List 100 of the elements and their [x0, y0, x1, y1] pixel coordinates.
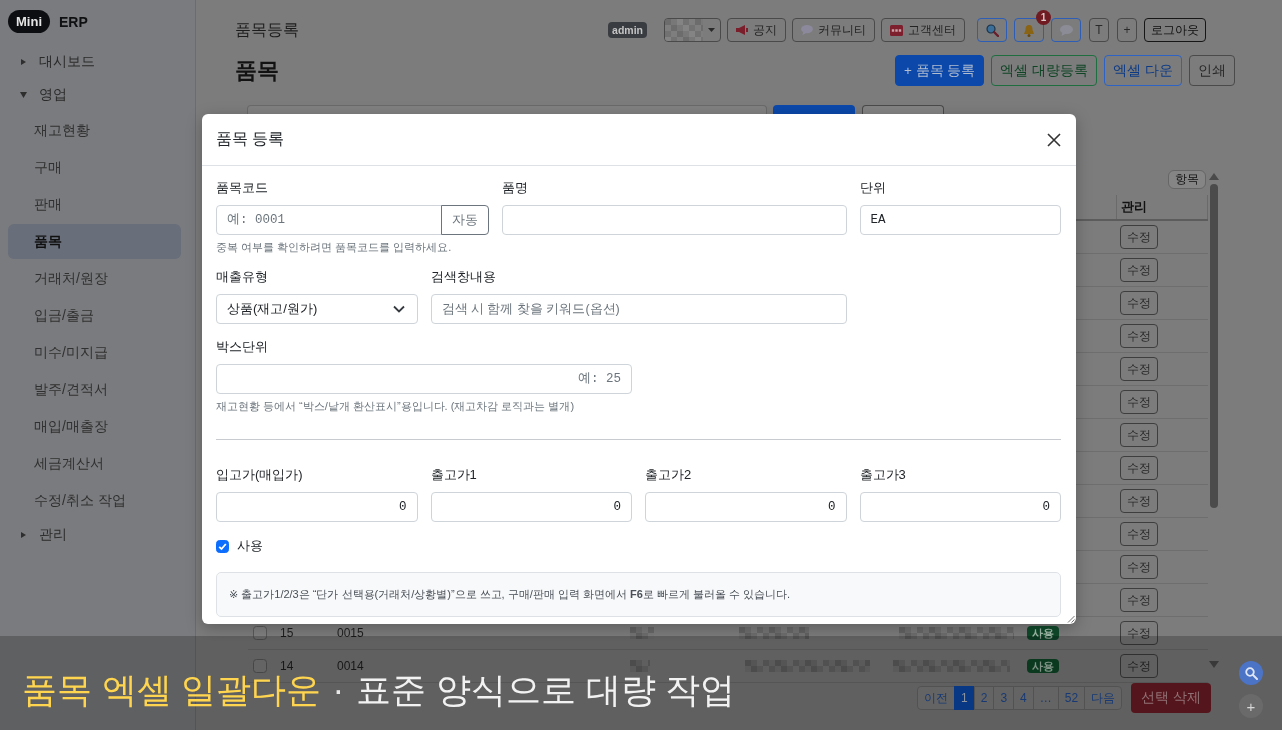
- search-fab-button[interactable]: [1239, 661, 1263, 685]
- input-field[interactable]: 검색 시 함께 찾을 키워드(옵션): [430, 294, 847, 324]
- edit-button[interactable]: 수정: [1120, 555, 1158, 579]
- edit-button[interactable]: 수정: [1120, 621, 1158, 645]
- field-label: 출고가1: [430, 467, 478, 483]
- prev-page-button[interactable]: 이전: [917, 686, 955, 710]
- number-field[interactable]: 0: [430, 492, 632, 522]
- scroll-up-icon[interactable]: [1208, 173, 1219, 180]
- nav-group[interactable]: 관리: [8, 518, 181, 551]
- page-button[interactable]: 1: [954, 686, 975, 710]
- notification-badge: 1: [1036, 10, 1051, 25]
- nav-item[interactable]: 재고현황: [8, 113, 181, 148]
- scroll-down-icon[interactable]: [1208, 661, 1219, 668]
- page-button[interactable]: 3: [993, 686, 1015, 710]
- checkbox-label: 사용: [237, 537, 263, 555]
- select-field[interactable]: 상품(재고/원가): [216, 294, 418, 324]
- edit-button[interactable]: 수정: [1120, 357, 1158, 381]
- user-menu-button[interactable]: [664, 18, 721, 42]
- nav-item[interactable]: 판매: [8, 187, 181, 222]
- field-label: 출고가2: [645, 467, 693, 483]
- search-icon: [985, 23, 999, 37]
- input-field[interactable]: 예: 0001: [216, 205, 442, 235]
- add-item-button[interactable]: + 품목 등록: [895, 55, 985, 86]
- plus-button[interactable]: +: [1117, 18, 1137, 42]
- community-button[interactable]: 커뮤니티: [792, 18, 875, 42]
- speech-bubble-icon: [801, 25, 813, 35]
- help-text: 중복 여부를 확인하려면 품목코드를 입력하세요.: [216, 240, 453, 254]
- excel-download-button[interactable]: 엑셀 다운: [1104, 55, 1182, 86]
- search-button[interactable]: [977, 18, 1007, 42]
- field-label: 박스단위: [216, 339, 269, 355]
- resize-grip-icon[interactable]: [1066, 614, 1075, 623]
- field-label: 단위: [859, 180, 887, 196]
- edit-button[interactable]: 수정: [1120, 456, 1158, 480]
- logout-button[interactable]: 로그아웃: [1144, 18, 1206, 42]
- status-badge: 사용: [1027, 658, 1059, 673]
- delete-selected-button[interactable]: 선택 삭제: [1131, 683, 1211, 713]
- nav-group[interactable]: 영업: [8, 78, 181, 111]
- logo-text: ERP: [59, 13, 88, 30]
- edit-button[interactable]: 수정: [1120, 291, 1158, 315]
- number-field[interactable]: 0: [645, 492, 847, 522]
- caret-icon: [708, 28, 715, 32]
- item-code: 0014: [337, 659, 364, 673]
- excel-upload-button[interactable]: 엑셀 대량등록: [991, 55, 1098, 86]
- help-text: 재고현황 등에서 “박스/낱개 환산표시”용입니다. (재고차감 로직과는 별개): [216, 399, 576, 413]
- nav-item[interactable]: 매입/매출장: [8, 409, 181, 444]
- edit-button[interactable]: 수정: [1120, 324, 1158, 348]
- number-field[interactable]: 0: [859, 492, 1061, 522]
- notice-button[interactable]: 공지: [727, 18, 786, 42]
- speech-bubble-icon: [1059, 24, 1073, 36]
- scrollbar-thumb[interactable]: [1209, 184, 1218, 508]
- pixelated-block: [739, 627, 809, 639]
- row-checkbox[interactable]: [253, 626, 267, 640]
- page-heading: 품목: [235, 56, 279, 85]
- row-checkbox[interactable]: [253, 659, 267, 673]
- field-label: 검색창내용: [430, 269, 497, 285]
- number-field[interactable]: 0: [216, 492, 418, 522]
- page-title: 품목등록: [235, 19, 299, 40]
- t-button[interactable]: T: [1089, 18, 1109, 42]
- caption-highlight: 품목 엑셀 일괄다운: [22, 671, 322, 707]
- column-header: 관리: [1116, 195, 1208, 219]
- support-button[interactable]: 고객센터: [881, 18, 965, 42]
- edit-button[interactable]: 수정: [1120, 258, 1158, 282]
- nav-item[interactable]: 품목: [8, 224, 181, 259]
- nav-item[interactable]: 구매: [8, 150, 181, 185]
- chat-button[interactable]: [1051, 18, 1081, 42]
- nav-item[interactable]: 거래처/원장: [8, 261, 181, 296]
- edit-button[interactable]: 수정: [1120, 588, 1158, 612]
- field-label: 출고가3: [859, 467, 907, 483]
- filter-button[interactable]: [773, 105, 855, 115]
- edit-button[interactable]: 수정: [1120, 522, 1158, 546]
- input-field[interactable]: [502, 205, 847, 235]
- nav-item[interactable]: 미수/미지급: [8, 335, 181, 370]
- edit-button[interactable]: 수정: [1120, 489, 1158, 513]
- edit-button[interactable]: 수정: [1120, 225, 1158, 249]
- edit-button[interactable]: 수정: [1120, 654, 1158, 678]
- edit-button[interactable]: 수정: [1120, 423, 1158, 447]
- sos-tile-icon: [890, 24, 903, 36]
- input-field[interactable]: EA: [859, 205, 1061, 235]
- add-fab-button[interactable]: +: [1239, 694, 1263, 718]
- logo-badge: Mini: [8, 10, 50, 33]
- search-field[interactable]: [247, 105, 767, 115]
- auto-button[interactable]: 자동: [441, 205, 489, 235]
- edit-button[interactable]: 수정: [1120, 390, 1158, 414]
- checkbox[interactable]: [216, 539, 229, 553]
- role-badge: admin: [608, 22, 647, 38]
- page-button[interactable]: 4: [1013, 686, 1034, 710]
- nav-item[interactable]: 발주/견적서: [8, 372, 181, 407]
- page-button[interactable]: …: [1032, 686, 1059, 710]
- page-button[interactable]: 52: [1057, 686, 1086, 710]
- next-page-button[interactable]: 다음: [1084, 686, 1123, 710]
- number-field[interactable]: 예: 25: [216, 364, 632, 394]
- columns-button[interactable]: 항목: [1168, 170, 1206, 189]
- print-button[interactable]: 인쇄: [1189, 55, 1235, 86]
- item-code: 0015: [337, 626, 364, 640]
- nav-group[interactable]: 대시보드: [8, 45, 181, 78]
- caption-separator: ·: [332, 671, 345, 707]
- nav-item[interactable]: 세금계산서: [8, 446, 181, 481]
- nav-item[interactable]: 수정/취소 작업: [8, 483, 181, 518]
- nav-item[interactable]: 입금/출금: [8, 298, 181, 333]
- field-label: 품목코드: [216, 180, 269, 196]
